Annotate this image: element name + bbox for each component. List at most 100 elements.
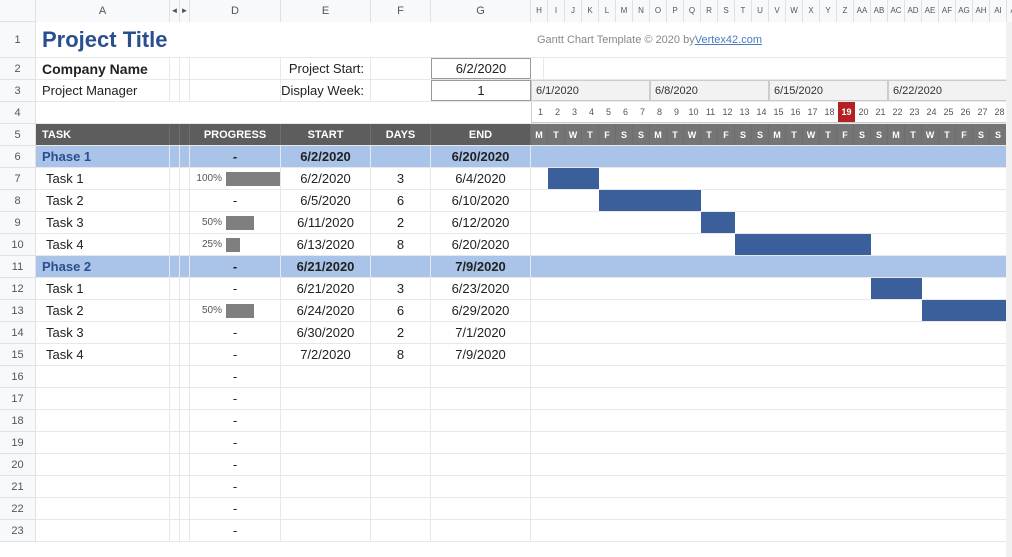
empty-task-4[interactable] <box>36 454 170 475</box>
empty-days-2[interactable] <box>371 410 431 431</box>
column-header-ruler[interactable]: A◄►DEFGHIJKLMNOPQRSTUVWXYZAAABACADAEAFAG… <box>0 0 1012 22</box>
task-end-2[interactable]: 6/10/2020 <box>431 190 531 211</box>
empty-start-2[interactable] <box>281 410 371 431</box>
phase-progress-5[interactable]: - <box>190 256 281 277</box>
collapse-group-right-icon[interactable]: ► <box>180 0 190 22</box>
company-name-cell[interactable]: Company Name <box>36 58 170 79</box>
empty-task-7[interactable] <box>36 520 170 541</box>
empty-end-3[interactable] <box>431 432 531 453</box>
col-header-U[interactable]: U <box>752 0 769 22</box>
row-header-6[interactable]: 6 <box>0 146 35 168</box>
title-cell[interactable]: Project Title <box>36 22 381 57</box>
col-header-W[interactable]: W <box>786 0 803 22</box>
empty-progress-4[interactable]: - <box>190 454 281 475</box>
empty-start-0[interactable] <box>281 366 371 387</box>
task-start-7[interactable]: 6/24/2020 <box>281 300 371 321</box>
row-header-ruler[interactable]: 1234567891011121314151617181920212223 <box>0 22 36 542</box>
task-name-7[interactable]: Task 2 <box>36 300 170 321</box>
task-progress-7[interactable]: 50% <box>190 300 281 321</box>
col-header-A[interactable]: A <box>36 0 170 22</box>
row-header-17[interactable]: 17 <box>0 388 35 410</box>
row-header-18[interactable]: 18 <box>0 410 35 432</box>
task-start-2[interactable]: 6/5/2020 <box>281 190 371 211</box>
col-header-Q[interactable]: Q <box>684 0 701 22</box>
task-days-3[interactable]: 2 <box>371 212 431 233</box>
col-header-AE[interactable]: AE <box>922 0 939 22</box>
col-header-X[interactable]: X <box>803 0 820 22</box>
row-header-11[interactable]: 11 <box>0 256 35 278</box>
col-header-AJ[interactable]: AJ <box>1007 0 1012 22</box>
col-header-N[interactable]: N <box>633 0 650 22</box>
project-start-input[interactable]: 6/2/2020 <box>431 58 531 79</box>
task-start-3[interactable]: 6/11/2020 <box>281 212 371 233</box>
task-days-0[interactable] <box>371 146 431 167</box>
col-header-D[interactable]: D <box>190 0 281 22</box>
row-header-5[interactable]: 5 <box>0 124 35 146</box>
task-end-1[interactable]: 6/4/2020 <box>431 168 531 189</box>
col-header-V[interactable]: V <box>769 0 786 22</box>
row-header-14[interactable]: 14 <box>0 322 35 344</box>
task-end-5[interactable]: 7/9/2020 <box>431 256 531 277</box>
empty-end-0[interactable] <box>431 366 531 387</box>
task-progress-1[interactable]: 100% <box>190 168 281 189</box>
col-header-M[interactable]: M <box>616 0 633 22</box>
task-name-3[interactable]: Task 3 <box>36 212 170 233</box>
task-progress-2[interactable]: - <box>190 190 281 211</box>
col-header-AA[interactable]: AA <box>854 0 871 22</box>
task-start-4[interactable]: 6/13/2020 <box>281 234 371 255</box>
task-name-8[interactable]: Task 3 <box>36 322 170 343</box>
col-header-Z[interactable]: Z <box>837 0 854 22</box>
row-header-13[interactable]: 13 <box>0 300 35 322</box>
empty-end-4[interactable] <box>431 454 531 475</box>
col-header-K[interactable]: K <box>582 0 599 22</box>
empty-days-1[interactable] <box>371 388 431 409</box>
col-header-S[interactable]: S <box>718 0 735 22</box>
task-start-8[interactable]: 6/30/2020 <box>281 322 371 343</box>
task-end-7[interactable]: 6/29/2020 <box>431 300 531 321</box>
col-header-AH[interactable]: AH <box>973 0 990 22</box>
empty-progress-7[interactable]: - <box>190 520 281 541</box>
task-start-5[interactable]: 6/21/2020 <box>281 256 371 277</box>
col-header-I[interactable]: I <box>548 0 565 22</box>
empty-end-2[interactable] <box>431 410 531 431</box>
task-end-3[interactable]: 6/12/2020 <box>431 212 531 233</box>
task-progress-6[interactable]: - <box>190 278 281 299</box>
empty-progress-0[interactable]: - <box>190 366 281 387</box>
empty-days-3[interactable] <box>371 432 431 453</box>
row-header-8[interactable]: 8 <box>0 190 35 212</box>
select-all-corner[interactable] <box>0 0 36 21</box>
template-link[interactable]: Vertex42.com <box>695 34 762 46</box>
col-header-J[interactable]: J <box>565 0 582 22</box>
col-header-R[interactable]: R <box>701 0 718 22</box>
empty-days-4[interactable] <box>371 454 431 475</box>
row-header-20[interactable]: 20 <box>0 454 35 476</box>
task-end-4[interactable]: 6/20/2020 <box>431 234 531 255</box>
task-name-1[interactable]: Task 1 <box>36 168 170 189</box>
empty-task-5[interactable] <box>36 476 170 497</box>
task-days-6[interactable]: 3 <box>371 278 431 299</box>
row-header-10[interactable]: 10 <box>0 234 35 256</box>
row-header-12[interactable]: 12 <box>0 278 35 300</box>
display-week-input[interactable]: 1 <box>431 80 531 101</box>
empty-start-1[interactable] <box>281 388 371 409</box>
collapse-group-left-icon[interactable]: ◄ <box>170 0 180 22</box>
task-end-6[interactable]: 6/23/2020 <box>431 278 531 299</box>
task-days-5[interactable] <box>371 256 431 277</box>
task-name-2[interactable]: Task 2 <box>36 190 170 211</box>
empty-task-6[interactable] <box>36 498 170 519</box>
row-header-1[interactable]: 1 <box>0 22 35 58</box>
spreadsheet-grid[interactable]: Project TitleGantt Chart Template © 2020… <box>36 22 1012 557</box>
empty-days-6[interactable] <box>371 498 431 519</box>
empty-progress-1[interactable]: - <box>190 388 281 409</box>
row-header-7[interactable]: 7 <box>0 168 35 190</box>
task-progress-9[interactable]: - <box>190 344 281 365</box>
task-progress-3[interactable]: 50% <box>190 212 281 233</box>
col-header-L[interactable]: L <box>599 0 616 22</box>
task-days-9[interactable]: 8 <box>371 344 431 365</box>
col-header-O[interactable]: O <box>650 0 667 22</box>
task-days-8[interactable]: 2 <box>371 322 431 343</box>
task-progress-8[interactable]: - <box>190 322 281 343</box>
empty-start-7[interactable] <box>281 520 371 541</box>
col-header-AG[interactable]: AG <box>956 0 973 22</box>
empty-progress-6[interactable]: - <box>190 498 281 519</box>
